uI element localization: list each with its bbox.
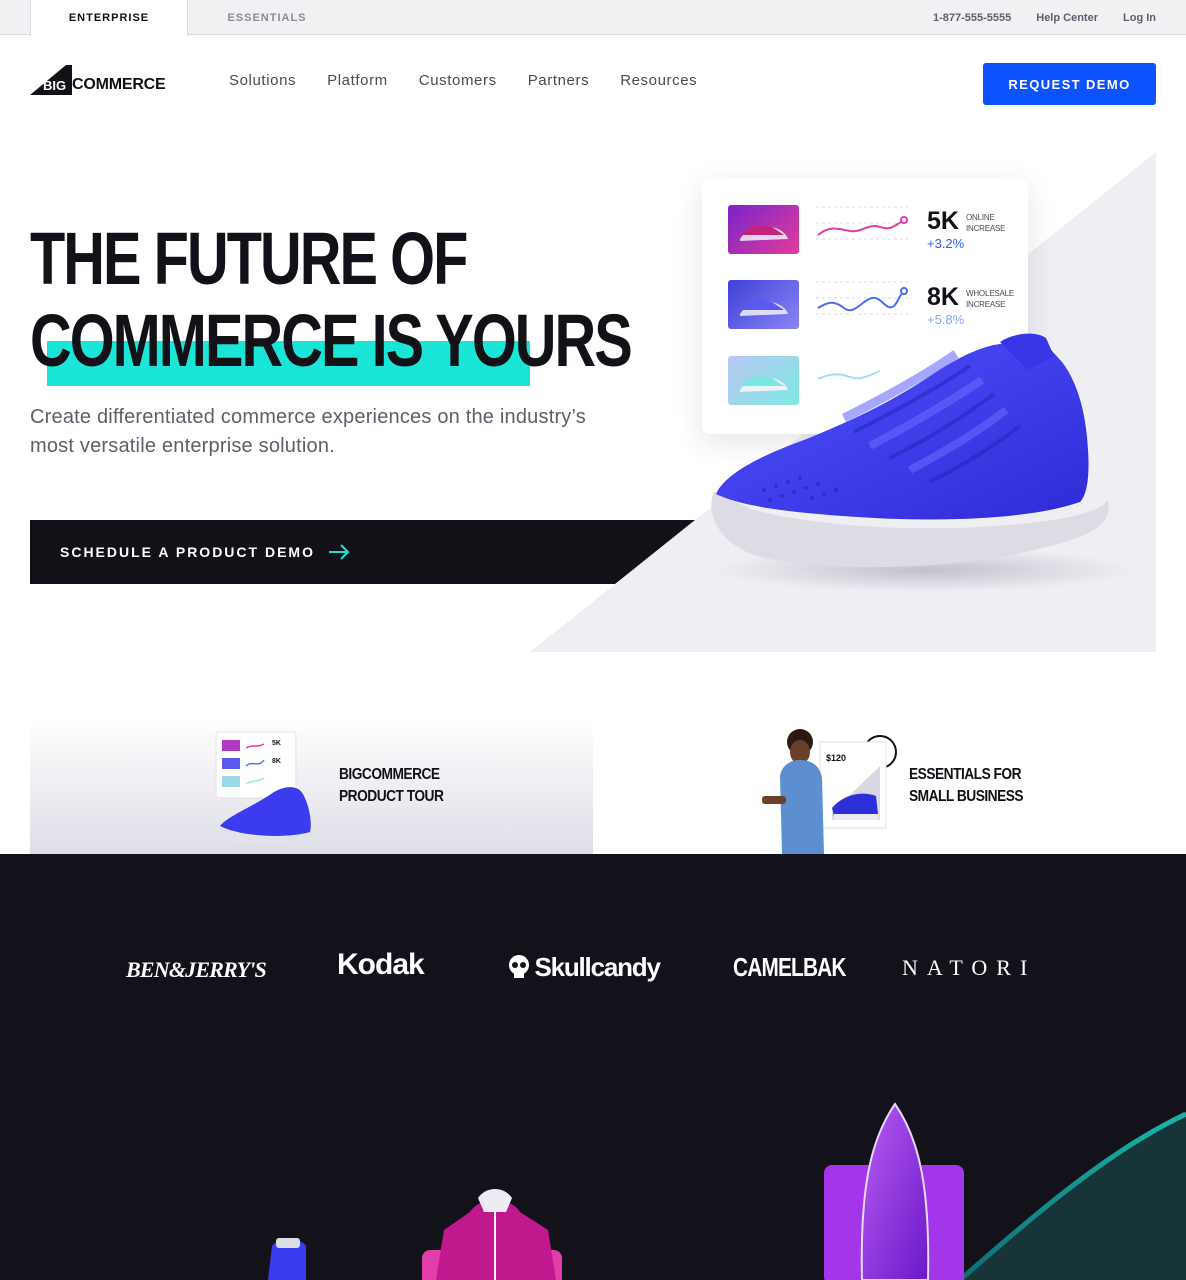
wholesale-caption-1: WHOLESALE	[966, 289, 1014, 298]
nav-customers[interactable]: Customers	[419, 72, 497, 96]
hero-headline-line-1: THE FUTURE OF	[30, 217, 468, 300]
nav-partners[interactable]: Partners	[528, 72, 590, 96]
small-business-illustration	[762, 729, 897, 854]
essentials-price: $120	[826, 753, 847, 763]
customer-logo-skullcandy: Skullcandy	[508, 952, 661, 983]
customers-section: BEN&JERRY'S Kodak Skullcandy CAMELBAK NA…	[0, 854, 1186, 1280]
skull-icon	[509, 955, 529, 978]
online-caption-2: INCREASE	[966, 224, 1006, 233]
arrow-right-icon	[329, 544, 350, 560]
product-tour-illustration	[215, 731, 311, 845]
customer-logo-kodak: Kodak	[337, 948, 425, 981]
online-caption: ONLINE INCREASE	[966, 212, 1006, 234]
hero-headline: THE FUTURE OF COMMERCE IS YOURS	[30, 217, 633, 382]
product-thumb-pink	[728, 205, 799, 254]
blue-sneaker-image	[711, 333, 1134, 592]
logo-word-text: COMMERCE	[72, 76, 166, 93]
product-tour-title-2: PRODUCT TOUR	[339, 788, 444, 805]
product-tour-title-1: BIGCOMMERCE	[339, 766, 440, 783]
essentials-title-1: ESSENTIALS FOR	[909, 766, 1022, 783]
online-caption-1: ONLINE	[966, 213, 995, 222]
feature-card-essentials[interactable]: $120 ESSENTIALS FOR SMALL BUSINESS	[600, 716, 1156, 854]
customer-logo-natori: NATORI	[902, 955, 1037, 980]
nav-platform[interactable]: Platform	[327, 72, 388, 96]
nav-solutions[interactable]: Solutions	[229, 72, 296, 96]
product-showcase-graphic	[268, 1102, 1186, 1280]
skullcandy-text: Skullcandy	[534, 952, 660, 982]
login-link[interactable]: Log In	[1123, 12, 1156, 24]
product-tour-title: BIGCOMMERCE PRODUCT TOUR	[339, 764, 444, 808]
utility-links: 1-877-555-5555 Help Center Log In	[933, 0, 1156, 35]
main-nav: Solutions Platform Customers Partners Re…	[229, 72, 697, 96]
logo-big-text: BIG	[43, 78, 67, 93]
customer-logo-camelbak: CAMELBAK	[733, 952, 846, 982]
trend-line-pink	[816, 206, 908, 240]
schedule-demo-label: SCHEDULE A PRODUCT DEMO	[60, 544, 315, 560]
utility-bar: ENTERPRISE ESSENTIALS 1-877-555-5555 Hel…	[0, 0, 1186, 36]
feature-card-product-tour[interactable]: BIGCOMMERCE PRODUCT TOUR	[30, 716, 593, 861]
schedule-demo-button[interactable]: SCHEDULE A PRODUCT DEMO	[30, 520, 695, 584]
help-center-link[interactable]: Help Center	[1036, 12, 1098, 24]
mini-value-5k: 5K	[272, 740, 281, 747]
mini-value-8k: 8K	[272, 758, 281, 765]
bigcommerce-logo[interactable]: BIG COMMERCE	[30, 64, 166, 96]
tab-enterprise[interactable]: ENTERPRISE	[30, 0, 188, 36]
online-value: 5K	[927, 207, 959, 235]
phone-link[interactable]: 1-877-555-5555	[933, 12, 1011, 24]
essentials-title-2: SMALL BUSINESS	[909, 788, 1024, 805]
nav-resources[interactable]: Resources	[620, 72, 697, 96]
essentials-title: ESSENTIALS FOR SMALL BUSINESS	[909, 764, 1024, 808]
request-demo-button[interactable]: REQUEST DEMO	[983, 63, 1156, 105]
online-change: +3.2%	[927, 236, 965, 251]
hero-subtitle: Create differentiated commerce experienc…	[30, 406, 586, 457]
customer-logo-ben-jerrys: BEN&JERRY'S	[126, 957, 267, 982]
tab-essentials[interactable]: ESSENTIALS	[188, 0, 346, 35]
hero-headline-line-2: COMMERCE IS YOURS	[30, 299, 633, 382]
